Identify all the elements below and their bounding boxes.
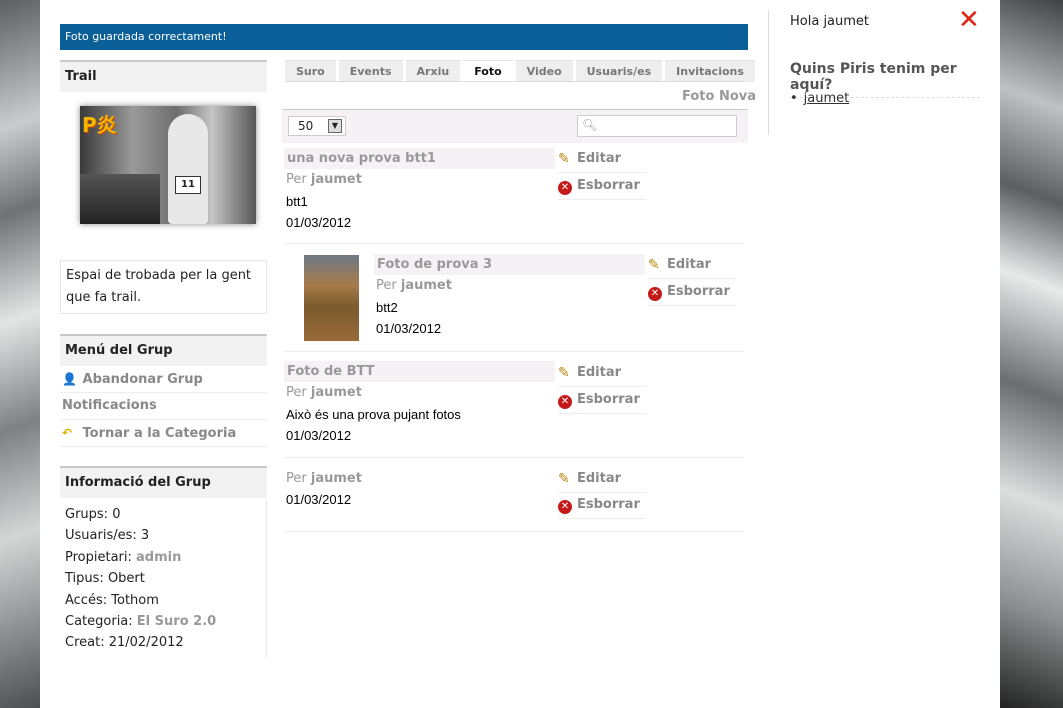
right-divider bbox=[768, 10, 769, 135]
photo-thumbnail[interactable] bbox=[304, 255, 359, 341]
tab-suro[interactable]: Suro bbox=[285, 60, 336, 82]
tab-events[interactable]: Events bbox=[338, 60, 403, 82]
tab-invitacions[interactable]: Invitacions bbox=[665, 60, 755, 82]
entry-date: 01/03/2012 bbox=[286, 428, 352, 443]
background-right bbox=[1000, 0, 1063, 708]
close-icon[interactable]: ✕ bbox=[958, 6, 980, 34]
pencil-icon: ✎ bbox=[558, 365, 570, 381]
entry-text: btt1 bbox=[286, 194, 308, 209]
entry-date: 01/03/2012 bbox=[286, 215, 352, 230]
entry-author: Per jaumet bbox=[286, 172, 362, 187]
author-link[interactable]: jaumet bbox=[311, 471, 362, 486]
search-icon: 🔍︎ bbox=[582, 118, 598, 132]
entry-date: 01/03/2012 bbox=[286, 492, 352, 507]
pencil-icon: ✎ bbox=[648, 257, 660, 273]
delete-icon: ✕ bbox=[558, 395, 572, 409]
entry-author: Per jaumet bbox=[286, 471, 362, 486]
tab-usuaris[interactable]: Usuaris/es bbox=[575, 60, 663, 82]
group-box: Trail 11 P炎 bbox=[60, 60, 267, 257]
author-link[interactable]: jaumet bbox=[311, 385, 362, 400]
author-link[interactable]: jaumet bbox=[311, 172, 362, 187]
delete-icon: ✕ bbox=[558, 500, 572, 514]
menu-item-label: Abandonar Grup bbox=[82, 372, 203, 387]
delete-button[interactable]: ✕ Esborrar bbox=[558, 492, 646, 519]
delete-button[interactable]: ✕ Esborrar bbox=[648, 279, 736, 306]
entry-text: Això és una prova pujant fotos bbox=[286, 407, 461, 422]
per-page-value: 50 bbox=[298, 119, 314, 133]
author-link[interactable]: jaumet bbox=[401, 278, 452, 293]
category-link[interactable]: El Suro 2.0 bbox=[137, 614, 216, 629]
notifications-link[interactable]: Notificacions bbox=[60, 393, 267, 420]
entry-title[interactable]: Foto de prova 3 bbox=[374, 254, 645, 275]
tab-bar: Suro Events Arxiu Foto Video Usuaris/es … bbox=[285, 60, 758, 82]
back-to-category-link[interactable]: ↶ Tornar a la Categoria bbox=[60, 420, 267, 447]
edit-button[interactable]: ✎ Editar bbox=[558, 360, 646, 387]
photo-entry: una nova prova btt1 Per jaumet btt1 01/0… bbox=[284, 146, 744, 244]
background-left bbox=[0, 0, 40, 708]
divider bbox=[266, 500, 267, 658]
info-row: Usuaris/es: 3 bbox=[65, 528, 150, 544]
success-notice: Foto guardada correctament! bbox=[60, 24, 748, 50]
info-row: Creat: 21/02/2012 bbox=[65, 635, 184, 651]
entry-author: Per jaumet bbox=[376, 278, 452, 293]
logo-icon: P炎 bbox=[82, 113, 117, 137]
search-input[interactable]: 🔍︎ bbox=[577, 115, 737, 137]
owner-link[interactable]: admin bbox=[136, 550, 181, 565]
tab-arxiu[interactable]: Arxiu bbox=[405, 60, 461, 82]
pencil-icon: ✎ bbox=[558, 151, 570, 167]
list-toolbar: 50 ▼ 🔍︎ bbox=[282, 109, 748, 143]
chevron-down-icon: ▼ bbox=[328, 119, 342, 133]
entry-date: 01/03/2012 bbox=[376, 321, 442, 336]
entry-title[interactable]: una nova prova btt1 bbox=[284, 148, 555, 169]
online-user-link[interactable]: jaumet bbox=[790, 91, 850, 106]
group-info: Informació del Grup Grups: 0 Usuaris/es:… bbox=[60, 466, 267, 654]
info-title: Informació del Grup bbox=[60, 468, 267, 498]
tab-underline bbox=[285, 81, 745, 82]
page-container: Foto guardada correctament! Trail 11 P炎 … bbox=[40, 0, 1000, 708]
group-description: Espai de trobada per la gent que fa trai… bbox=[60, 260, 267, 314]
menu-item-label: Notificacions bbox=[62, 398, 157, 413]
greeting: Hola jaumet bbox=[790, 14, 870, 29]
photo-entry: Foto de BTT Per jaumet Això és una prova… bbox=[284, 352, 744, 458]
edit-button[interactable]: ✎ Editar bbox=[558, 146, 646, 173]
pencil-icon: ✎ bbox=[558, 471, 570, 487]
group-title: Trail bbox=[60, 62, 267, 92]
edit-button[interactable]: ✎ Editar bbox=[648, 252, 736, 279]
entry-text: btt2 bbox=[376, 300, 398, 315]
group-menu: Menú del Grup 👤 Abandonar Grup Notificac… bbox=[60, 334, 267, 447]
user-remove-icon: 👤 bbox=[62, 372, 77, 386]
info-row: Tipus: Obert bbox=[65, 571, 145, 587]
per-page-select[interactable]: 50 ▼ bbox=[288, 116, 346, 136]
delete-button[interactable]: ✕ Esborrar bbox=[558, 387, 646, 414]
menu-title: Menú del Grup bbox=[60, 336, 267, 366]
back-arrow-icon: ↶ bbox=[62, 426, 73, 440]
new-photo-link[interactable]: Foto Nova bbox=[682, 89, 756, 104]
info-row: Accés: Tothom bbox=[65, 592, 159, 608]
info-row: Propietari: admin bbox=[65, 549, 182, 565]
leave-group-link[interactable]: 👤 Abandonar Grup bbox=[60, 366, 267, 393]
entry-title[interactable]: Foto de BTT bbox=[284, 361, 555, 382]
delete-icon: ✕ bbox=[558, 181, 572, 195]
tab-video[interactable]: Video bbox=[515, 60, 573, 82]
tab-foto[interactable]: Foto bbox=[463, 60, 513, 82]
photo-entry: Per jaumet 01/03/2012 ✎ Editar ✕ Esborrar bbox=[284, 458, 744, 532]
delete-button[interactable]: ✕ Esborrar bbox=[558, 173, 646, 200]
group-image: 11 P炎 bbox=[80, 106, 256, 224]
delete-icon: ✕ bbox=[648, 287, 662, 301]
entry-author: Per jaumet bbox=[286, 385, 362, 400]
edit-button[interactable]: ✎ Editar bbox=[558, 466, 646, 493]
menu-item-label: Tornar a la Categoria bbox=[82, 426, 237, 441]
info-row: Grups: 0 bbox=[65, 507, 121, 522]
photo-entry: Foto de prova 3 Per jaumet btt2 01/03/20… bbox=[284, 244, 744, 352]
info-row: Categoria: El Suro 2.0 bbox=[65, 613, 217, 629]
